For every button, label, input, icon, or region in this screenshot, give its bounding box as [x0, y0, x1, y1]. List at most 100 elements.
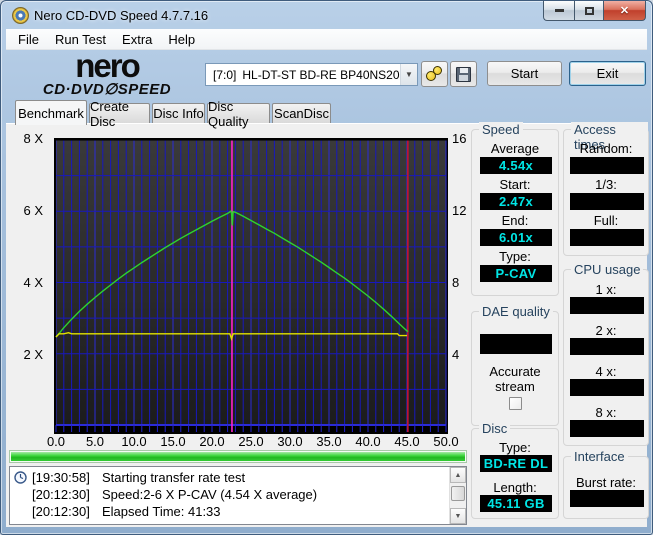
close-icon: ✕ [619, 5, 630, 17]
cpu-2x-label: 2 x: [595, 323, 617, 338]
tab-create-disc[interactable]: Create Disc [89, 99, 150, 129]
speed-group-title: Speed [479, 122, 523, 137]
maximize-icon [584, 6, 594, 15]
gears-icon [425, 66, 444, 82]
disc-group: Disc Type: BD-RE DL Length: 45.11 GB [471, 421, 559, 519]
drive-selector[interactable]: [7:0] HL-DT-ST BD-RE BP40NS20 ML01 ▼ [205, 63, 418, 86]
scroll-down-icon[interactable]: ▼ [450, 508, 466, 524]
interface-group: Interface Burst rate: [563, 449, 649, 519]
x-axis-label: 5.0 [85, 434, 105, 449]
log-message: Speed:2-6 X P-CAV (4.54 X average) [102, 487, 318, 502]
clock-icon [14, 471, 27, 484]
x-axis-label: 35.0 [316, 434, 342, 449]
x-axis-label: 15.0 [160, 434, 186, 449]
accurate-stream-label: Accurate [489, 364, 541, 379]
speed-type-value: P-CAV [480, 265, 552, 282]
title-bar: Nero CD-DVD Speed 4.7.7.16 ✕ [1, 1, 652, 29]
x-axis-label: 45.0 [394, 434, 420, 449]
cpu-4x-label: 4 x: [595, 364, 617, 379]
cpu-8x-label: 8 x: [595, 405, 617, 420]
x-axis-label: 50.0 [433, 434, 459, 449]
nero-logo-subtitle: CD·DVD∅SPEED [42, 81, 172, 98]
disc-type-label: Type: [499, 440, 531, 455]
accurate-stream-checkbox[interactable] [509, 397, 522, 410]
tab-benchmark[interactable]: Benchmark [15, 100, 87, 125]
close-button[interactable]: ✕ [603, 1, 646, 21]
menu-item-help[interactable]: Help [160, 30, 203, 49]
test-progress-bar [9, 450, 467, 463]
start-button-label: Start [510, 66, 539, 81]
x-axis-label: 20.0 [199, 434, 225, 449]
access_times-13-label: 1/3: [595, 177, 617, 192]
speed-end-label: End: [501, 213, 529, 228]
x-axis-label: 10.0 [121, 434, 147, 449]
benchmark-plot [54, 138, 448, 434]
menu-item-extra[interactable]: Extra [114, 30, 160, 49]
access_times-random-label: Random: [579, 141, 633, 156]
log-message: Starting transfer rate test [102, 470, 246, 485]
y-axis-label: 6 X [23, 203, 43, 218]
scrollbar-thumb[interactable] [451, 486, 465, 501]
log-line: [20:12:30] Elapsed Time: 41:33 [10, 503, 466, 520]
start-button[interactable]: Start [487, 61, 562, 86]
tab-disc-quality[interactable]: Disc Quality [207, 99, 270, 129]
log-line: [20:12:30] Speed:2-6 X P-CAV (4.54 X aver… [10, 486, 466, 503]
drive-model: HL-DT-ST BD-RE BP40NS20 ML01 [242, 67, 400, 82]
menu-item-file[interactable]: File [10, 30, 47, 49]
scroll-up-icon[interactable]: ▲ [450, 467, 466, 483]
cpu-usage-group: CPU usage 1 x: 2 x: 4 x: 8 x: [563, 262, 649, 446]
log-timestamp: [19:30:58] [32, 470, 90, 485]
access_times-full-value [570, 229, 644, 246]
speed-average-label: Average [490, 141, 540, 156]
speed-start-label: Start: [499, 177, 531, 192]
log-panel[interactable]: [19:30:58] Starting transfer rate test [20… [9, 466, 467, 525]
cpu-8x-value [570, 420, 644, 437]
x-axis-label: 25.0 [238, 434, 264, 449]
cpu-2x-value [570, 338, 644, 355]
interface-burstrate-value [570, 490, 644, 507]
exit-button-label: Exit [596, 66, 619, 81]
transfer-rate-chart [54, 138, 448, 434]
tab-disc-info[interactable]: Disc Info [152, 103, 205, 123]
access-times-group: Access times Random: 1/3: Full: [563, 122, 649, 256]
speed-type-label: Type: [499, 249, 531, 264]
log-line: [19:30:58] Starting transfer rate test [10, 469, 466, 486]
access_times-13-value [570, 193, 644, 210]
cpu-1x-value [570, 297, 644, 314]
tab-scandisc[interactable]: ScanDisc [272, 103, 331, 123]
dae-quality-group: DAE quality Accurate stream [471, 304, 559, 426]
x-axis-label: 30.0 [277, 434, 303, 449]
speed-average-value: 4.54x [480, 157, 552, 174]
cpu-1x-label: 1 x: [595, 282, 617, 297]
y-axis-label: 2 X [23, 347, 43, 362]
app-window: Nero CD-DVD Speed 4.7.7.16 ✕ File Run Tes… [0, 0, 653, 535]
interface-burstrate-label: Burst rate: [576, 475, 636, 490]
disc-group-title: Disc [479, 421, 511, 436]
save-icon [456, 66, 471, 82]
minimize-button[interactable] [543, 1, 574, 21]
dae-quality-value [480, 334, 552, 354]
interface-group-title: Interface [571, 449, 628, 464]
maximize-button[interactable] [574, 1, 603, 21]
minimize-icon [554, 9, 564, 12]
cpu-usage-group-title: CPU usage [571, 262, 644, 277]
progress-fill [11, 452, 465, 461]
log-scrollbar[interactable]: ▲ ▼ [449, 467, 466, 524]
gears-button[interactable] [421, 61, 448, 87]
disc-length-label: Length: [493, 480, 537, 495]
exit-button[interactable]: Exit [569, 61, 646, 86]
cpu-4x-value [570, 379, 644, 396]
speed-group: Speed Average 4.54x Start: 2.47x End: 6.01x Ty… [471, 122, 559, 296]
menu-item-run-test[interactable]: Run Test [47, 30, 114, 49]
app-icon [12, 7, 29, 24]
x-axis-label: 40.0 [355, 434, 381, 449]
chevron-down-icon[interactable]: ▼ [400, 64, 417, 85]
save-button[interactable] [450, 61, 477, 87]
log-message: Elapsed Time: 41:33 [102, 504, 221, 519]
dae-quality-group-title: DAE quality [479, 304, 553, 319]
disc-length-value: 45.11 GB [480, 495, 552, 512]
nero-logo-wordmark: nero [75, 47, 141, 84]
log-timestamp: [20:12:30] [32, 487, 90, 502]
access_times-full-label: Full: [593, 213, 619, 228]
accurate-stream-label2: stream [495, 379, 535, 394]
